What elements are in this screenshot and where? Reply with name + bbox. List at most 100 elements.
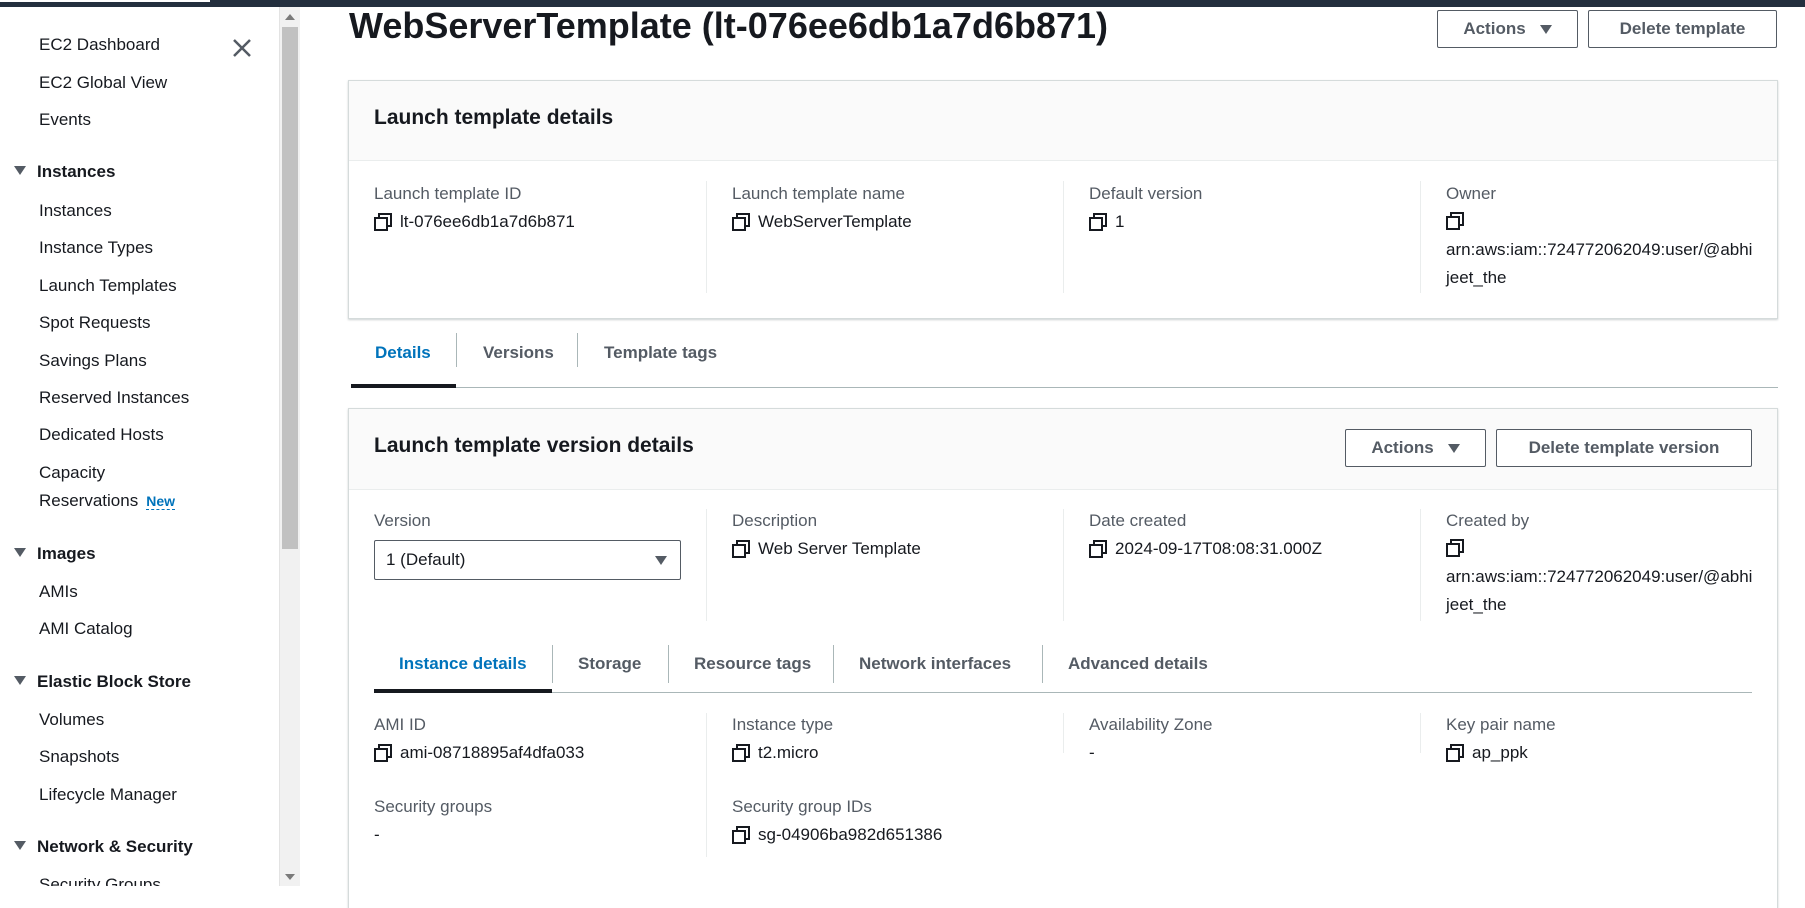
sidebar-item-launch-templates[interactable]: Launch Templates [39, 276, 177, 296]
sidebar-item-capacity-reservations-line1[interactable]: Capacity [39, 463, 105, 483]
sidebar-scrollbar[interactable] [279, 7, 300, 886]
tab-resource-tags[interactable]: Resource tags [694, 654, 811, 674]
panel-header: Launch template details [349, 81, 1777, 161]
column-divider [1063, 713, 1064, 753]
sidebar-item-spot-requests[interactable]: Spot Requests [39, 313, 151, 333]
section-title: Network & Security [37, 837, 193, 856]
copy-icon[interactable] [732, 540, 750, 558]
sidebar-item-dedicated-hosts[interactable]: Dedicated Hosts [39, 425, 164, 445]
copy-icon[interactable] [732, 744, 750, 762]
sidebar-item-ami-catalog[interactable]: AMI Catalog [39, 619, 133, 639]
close-icon[interactable] [229, 35, 255, 61]
field-value: sg-04906ba982d651386 [732, 825, 942, 845]
sidebar-item-ec2-dashboard[interactable]: EC2 Dashboard [39, 35, 160, 55]
active-tab-indicator [374, 689, 552, 693]
scroll-up-arrow-icon[interactable] [285, 14, 295, 20]
main-tab-bar: Details Versions Template tags [351, 333, 1778, 388]
value-text: - [1089, 743, 1095, 762]
field-value: arn:aws:iam::724772062049:user/@abhijeet… [1446, 208, 1756, 292]
scrollbar-thumb[interactable] [282, 27, 298, 549]
button-label: Actions [1371, 438, 1434, 457]
button-label: Delete template [1619, 19, 1746, 38]
select-value: 1 (Default) [386, 550, 466, 569]
field-label: AMI ID [374, 715, 426, 734]
field-value: - [1089, 743, 1212, 763]
delete-template-button[interactable]: Delete template [1588, 10, 1777, 48]
tab-template-tags[interactable]: Template tags [604, 343, 717, 363]
copy-icon[interactable] [374, 213, 392, 231]
sidebar-item-instances[interactable]: Instances [39, 201, 112, 221]
sidebar-item-amis[interactable]: AMIs [39, 582, 78, 602]
copy-icon[interactable] [1089, 213, 1107, 231]
security-groups-field: Security groups - [374, 797, 492, 845]
sidebar-section-images[interactable]: Images [14, 544, 96, 564]
version-select[interactable]: 1 (Default) [374, 540, 681, 580]
sidebar-item-volumes[interactable]: Volumes [39, 710, 104, 730]
tab-separator [577, 333, 578, 367]
description-field: Description Web Server Template [732, 511, 921, 559]
value-text: arn:aws:iam::724772062049:user/@abhijeet… [1446, 567, 1753, 614]
copy-icon[interactable] [1446, 212, 1464, 230]
button-label: Delete template version [1528, 438, 1720, 457]
sidebar-item-savings-plans[interactable]: Savings Plans [39, 351, 147, 371]
value-text: WebServerTemplate [758, 212, 912, 231]
value-text: - [374, 825, 380, 844]
actions-dropdown-button[interactable]: Actions [1437, 10, 1578, 48]
sidebar-item-ec2-global-view[interactable]: EC2 Global View [39, 73, 167, 93]
copy-icon[interactable] [1446, 744, 1464, 762]
tab-versions[interactable]: Versions [483, 343, 554, 363]
value-text: arn:aws:iam::724772062049:user/@abhijeet… [1446, 240, 1753, 287]
sidebar-item-reserved-instances[interactable]: Reserved Instances [39, 388, 189, 408]
version-field: Version [374, 511, 431, 531]
sidebar-section-instances[interactable]: Instances [14, 162, 115, 182]
column-divider [1420, 713, 1421, 753]
launch-template-version-details-panel: Launch template version details Actions … [348, 408, 1778, 908]
field-value: 1 [1089, 212, 1202, 232]
field-label: Created by [1446, 511, 1530, 530]
tab-advanced-details[interactable]: Advanced details [1068, 654, 1208, 674]
sidebar-section-network-security[interactable]: Network & Security [14, 837, 193, 857]
sidebar-item-lifecycle-manager[interactable]: Lifecycle Manager [39, 785, 177, 805]
sidebar-item-snapshots[interactable]: Snapshots [39, 747, 119, 767]
sidebar-item-instance-types[interactable]: Instance Types [39, 238, 153, 258]
value-text: 1 [1115, 212, 1125, 231]
security-group-ids-field: Security group IDs sg-04906ba982d651386 [732, 797, 942, 845]
value-text: sg-04906ba982d651386 [758, 825, 943, 844]
tab-instance-details[interactable]: Instance details [399, 654, 527, 674]
field-label: Date created [1089, 511, 1187, 530]
tab-details[interactable]: Details [375, 343, 431, 363]
copy-icon[interactable] [374, 744, 392, 762]
field-value: Web Server Template [732, 539, 921, 559]
field-label: Security groups [374, 797, 493, 816]
column-divider [1420, 181, 1421, 293]
tab-network-interfaces[interactable]: Network interfaces [859, 654, 1011, 674]
copy-icon[interactable] [1089, 540, 1107, 558]
sidebar-item-events[interactable]: Events [39, 110, 91, 130]
tab-separator [552, 645, 553, 683]
scroll-down-arrow-icon[interactable] [285, 874, 295, 880]
caret-down-icon [14, 548, 26, 558]
field-value: - [374, 825, 492, 845]
new-badge[interactable]: New [146, 493, 176, 510]
caret-down-icon [655, 556, 667, 565]
copy-icon[interactable] [1446, 539, 1464, 557]
field-label: Instance type [732, 715, 834, 734]
column-divider [706, 713, 707, 857]
caret-down-icon [14, 166, 26, 176]
copy-icon[interactable] [732, 826, 750, 844]
sidebar: EC2 Dashboard EC2 Global View Events Ins… [0, 7, 280, 886]
sidebar-item-security-groups[interactable]: Security Groups [39, 875, 161, 886]
delete-template-version-button[interactable]: Delete template version [1496, 429, 1752, 467]
value-text: ap_ppk [1472, 743, 1528, 762]
sidebar-item-capacity-reservations[interactable]: Reservations New [39, 491, 176, 511]
sidebar-section-elastic-block-store[interactable]: Elastic Block Store [14, 672, 191, 692]
field-value: WebServerTemplate [732, 212, 912, 232]
section-title: Elastic Block Store [37, 672, 192, 691]
column-divider [1063, 509, 1064, 621]
page-title: WebServerTemplate (lt-076ee6db1a7d6b871) [349, 5, 1109, 46]
tab-storage[interactable]: Storage [578, 654, 641, 674]
launch-template-name-field: Launch template name WebServerTemplate [732, 184, 912, 232]
column-divider [1063, 181, 1064, 293]
copy-icon[interactable] [732, 213, 750, 231]
version-actions-dropdown-button[interactable]: Actions [1345, 429, 1486, 467]
